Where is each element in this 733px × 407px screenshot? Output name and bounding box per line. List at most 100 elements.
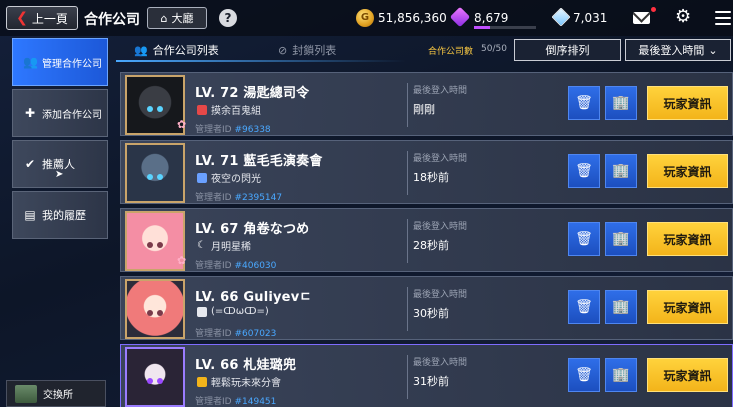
avatar[interactable]	[125, 143, 185, 203]
tab-blocked-list[interactable]: ⊘ 封鎖列表	[278, 41, 336, 59]
delete-button[interactable]: 🗑	[568, 86, 600, 120]
player-info-button[interactable]: 玩家資訊	[647, 86, 728, 120]
blossom-icon: ✿	[177, 118, 187, 131]
guild-name: 摸余百鬼組	[197, 102, 261, 117]
trash-icon: 🗑	[575, 231, 593, 247]
manager-id: 管理者ID #96338	[195, 125, 271, 135]
player-info-button[interactable]: 玩家資訊	[647, 290, 728, 324]
delete-button[interactable]: 🗑	[568, 290, 600, 324]
diamond-amount: 7,031	[573, 11, 608, 25]
sidebar-item-label: 管理合作公司	[42, 58, 102, 70]
divider	[407, 219, 408, 263]
trash-icon: 🗑	[575, 163, 593, 179]
player-info-button[interactable]: 玩家資訊	[647, 358, 728, 392]
diamond-icon	[551, 7, 571, 27]
gear-icon[interactable]: ⚙	[675, 7, 691, 27]
manager-id: 管理者ID #149451	[195, 397, 277, 407]
list-item: ✿ LV. 67 角卷なつめ ☾ 月明星稀 管理者ID #406030 最後登入時…	[120, 208, 733, 272]
list-item: LV. 66 Guliyevㄷ (=ↀωↀ=) 管理者ID #607023 最後…	[120, 276, 733, 340]
company-building-button[interactable]: 🏢	[605, 222, 637, 256]
sort-select[interactable]: 最後登入時間 ⌄	[625, 39, 731, 61]
sidebar-item-my-profile[interactable]: ▤ 我的履歷	[12, 191, 108, 239]
building-icon: 🏢	[612, 367, 630, 383]
blocked-user-icon: ⊘	[278, 43, 288, 57]
avatar[interactable]	[125, 75, 185, 135]
trash-icon: 🗑	[575, 95, 593, 111]
sidebar: 👥 管理合作公司 ✚ 添加合作公司 ✔ 推薦人 ▤ 我的履歷	[12, 38, 108, 242]
company-building-button[interactable]: 🏢	[605, 290, 637, 324]
back-button[interactable]: ❮ 上一頁	[6, 6, 78, 30]
player-info-button[interactable]: 玩家資訊	[647, 154, 728, 188]
list-item: ✿ LV. 72 湯匙總司令 摸余百鬼組 管理者ID #96338 最後登入時間…	[120, 72, 733, 136]
exchange-label: 交換所	[43, 390, 73, 401]
player-info-button[interactable]: 玩家資訊	[647, 222, 728, 256]
guild-name: 輕鬆玩未來分會	[197, 374, 281, 389]
mouse-cursor-icon: ➤	[55, 169, 64, 180]
guild-emblem-icon	[197, 172, 207, 183]
menu-icon[interactable]	[715, 11, 731, 25]
company-building-button[interactable]: 🏢	[605, 86, 637, 120]
blossom-icon: ✿	[177, 254, 187, 267]
building-icon: 🏢	[612, 95, 630, 111]
sidebar-item-label: 添加合作公司	[42, 109, 102, 121]
company-building-button[interactable]: 🏢	[605, 358, 637, 392]
sidebar-item-add-partner[interactable]: ✚ 添加合作公司	[12, 89, 108, 137]
partner-count-label: 合作公司數	[428, 47, 474, 57]
partner-count-value: 50/50	[481, 44, 507, 54]
manager-id: 管理者ID #406030	[195, 261, 277, 271]
cash-icon	[15, 384, 37, 403]
tab-label: 封鎖列表	[292, 44, 337, 57]
last-login-value: 18秒前	[413, 171, 449, 184]
player-level-name: LV. 72 湯匙總司令	[195, 86, 310, 101]
last-login-label: 最後登入時間	[413, 86, 468, 96]
sidebar-item-manage-partners[interactable]: 👥 管理合作公司	[12, 38, 108, 86]
page-title: 合作公司	[84, 12, 140, 28]
gem-icon	[449, 6, 471, 28]
sidebar-item-recommenders[interactable]: ✔ 推薦人	[12, 140, 108, 188]
guild-name: 夜空の閃光	[197, 170, 261, 185]
add-user-icon: ✚	[24, 106, 36, 120]
guild-emblem-icon	[197, 376, 207, 387]
trash-icon: 🗑	[575, 367, 593, 383]
help-button[interactable]: ?	[219, 9, 237, 27]
last-login-label: 最後登入時間	[413, 154, 468, 164]
sidebar-item-label: 我的履歷	[42, 209, 86, 222]
mail-icon[interactable]	[633, 12, 650, 24]
sort-select-value: 最後登入時間	[638, 44, 705, 57]
gem-amount: 8,679	[474, 11, 509, 25]
profile-card-icon: ▤	[24, 208, 36, 222]
tab-label: 合作公司列表	[152, 44, 219, 57]
last-login-value: 剛剛	[413, 103, 435, 116]
company-building-button[interactable]: 🏢	[605, 154, 637, 188]
manager-id: 管理者ID #607023	[195, 329, 277, 339]
recommend-icon: ✔	[24, 157, 36, 171]
home-icon: ⌂	[160, 11, 168, 25]
building-icon: 🏢	[612, 299, 630, 315]
delete-button[interactable]: 🗑	[568, 154, 600, 188]
top-bar: ❮ 上一頁 合作公司 ⌂ 大廳 ? G 51,856,360 8,679 7,0…	[0, 0, 733, 36]
exchange-button[interactable]: 交換所	[6, 380, 106, 407]
lobby-button[interactable]: ⌂ 大廳	[147, 7, 207, 29]
chevron-down-icon: ⌄	[708, 43, 718, 57]
last-login-value: 30秒前	[413, 307, 449, 320]
lobby-label: 大廳	[171, 12, 194, 25]
last-login-value: 28秒前	[413, 239, 449, 252]
divider	[407, 151, 408, 195]
tab-partner-list[interactable]: 👥 合作公司列表	[134, 41, 219, 59]
building-icon: 🏢	[612, 231, 630, 247]
users-icon: 👥	[23, 55, 38, 69]
delete-button[interactable]: 🗑	[568, 358, 600, 392]
active-tab-indicator	[116, 60, 406, 62]
divider	[407, 83, 408, 127]
avatar[interactable]	[125, 211, 185, 271]
divider	[407, 287, 408, 331]
avatar[interactable]	[125, 279, 185, 339]
reverse-order-button[interactable]: 倒序排列	[514, 39, 621, 61]
avatar[interactable]	[125, 347, 185, 407]
delete-button[interactable]: 🗑	[568, 222, 600, 256]
last-login-label: 最後登入時間	[413, 222, 468, 232]
player-level-name: LV. 66 Guliyevㄷ	[195, 290, 312, 305]
divider	[407, 355, 408, 399]
building-icon: 🏢	[612, 163, 630, 179]
guild-name: ☾ 月明星稀	[197, 239, 251, 253]
